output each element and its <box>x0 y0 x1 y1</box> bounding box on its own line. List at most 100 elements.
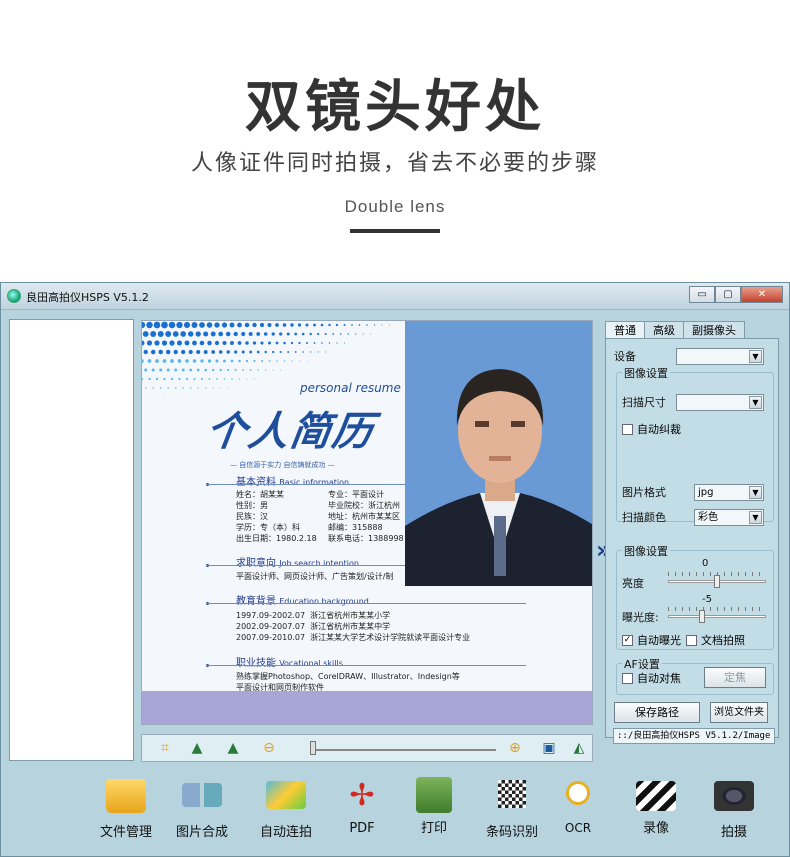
barcode-button[interactable]: 条码识别 <box>477 775 547 843</box>
rotate-right-icon[interactable]: ▲ <box>222 738 244 758</box>
checkbox-box[interactable] <box>686 634 697 646</box>
halftone-dot <box>317 351 319 353</box>
halftone-dot <box>257 369 259 371</box>
checkbox-box[interactable]: ✓ <box>622 634 633 646</box>
halftone-dot <box>282 323 287 327</box>
halftone-dot <box>223 359 226 363</box>
halftone-dot <box>246 378 248 380</box>
basic-info-title-en: Basic information <box>279 478 350 487</box>
brightness-thumb[interactable] <box>714 575 720 588</box>
camera-preview[interactable]: personal resume 个人简历 — 自信源于实力 自信铸就成功 — 基… <box>141 320 593 725</box>
format-select[interactable]: jpg ▼ <box>694 484 764 501</box>
zoom-slider-thumb[interactable] <box>310 741 316 755</box>
halftone-dot <box>207 359 212 363</box>
exposure-track[interactable] <box>668 615 766 618</box>
pdf-button[interactable]: ✢ PDF <box>327 775 397 843</box>
checkbox-box[interactable] <box>622 423 633 435</box>
halftone-dot <box>218 350 223 354</box>
education-title: 教育背景 Education background <box>236 592 369 607</box>
halftone-dot <box>241 331 246 337</box>
focus-button[interactable]: 定焦 <box>704 667 766 688</box>
checkbox-box[interactable] <box>622 672 633 684</box>
halftone-dot <box>157 331 164 337</box>
zoom-out-icon[interactable]: ⊖ <box>258 738 280 758</box>
rotate-left-icon[interactable]: ▲ <box>186 738 208 758</box>
halftone-dot <box>242 369 245 371</box>
tab-secondary-camera[interactable]: 副摄像头 <box>683 321 745 339</box>
pdf-label: PDF <box>349 821 375 836</box>
halftone-dot <box>181 368 185 372</box>
halftone-dot <box>252 341 257 345</box>
fit-screen-icon[interactable]: ▣ <box>538 738 560 758</box>
halftone-dot <box>201 378 203 380</box>
halftone-dot <box>343 323 346 327</box>
halftone-dot <box>238 378 241 380</box>
halftone-dot <box>152 387 154 389</box>
tab-advanced[interactable]: 高级 <box>644 321 684 339</box>
auto-exposure-checkbox[interactable]: ✓ 自动曝光 <box>622 632 681 648</box>
print-button[interactable]: 打印 <box>399 775 469 843</box>
halftone-dot <box>169 340 175 346</box>
auto-focus-checkbox[interactable]: 自动对焦 <box>622 670 681 686</box>
halftone-dot <box>142 359 144 363</box>
halftone-dot <box>347 333 349 335</box>
file-manager-button[interactable]: 文件管理 <box>91 775 161 843</box>
capture-button[interactable]: 拍摄 <box>699 775 769 843</box>
halftone-dot <box>252 322 257 328</box>
halftone-dot <box>280 369 282 371</box>
burst-button[interactable]: 自动连拍 <box>251 775 321 843</box>
halftone-dot <box>227 387 229 389</box>
maximize-button[interactable]: ▢ <box>715 286 741 303</box>
halftone-dot <box>182 387 184 389</box>
mirror-icon[interactable]: ◭ <box>568 738 590 758</box>
device-select[interactable]: ▼ <box>676 348 764 365</box>
halftone-dot <box>328 323 331 327</box>
resume-logo: 个人简历 <box>203 409 378 455</box>
barcode-label: 条码识别 <box>485 825 538 840</box>
capture-label: 拍摄 <box>720 825 747 840</box>
hero-divider <box>350 229 440 233</box>
camera-icon <box>714 781 754 811</box>
halftone-dot <box>332 333 335 335</box>
thumbnail-list[interactable] <box>9 319 134 761</box>
basic-info-left: 姓名：胡某某 性别：男 民族：汉 学历：专（本）科 出生日期：1980.2.18 <box>236 490 317 543</box>
zoom-in-icon[interactable]: ⊕ <box>504 738 526 758</box>
halftone-dot <box>320 323 324 327</box>
doc-photo-label: 文档拍照 <box>701 634 745 647</box>
halftone-dot <box>264 350 267 354</box>
crop-icon[interactable]: ⌗ <box>154 738 176 758</box>
doc-photo-checkbox[interactable]: 文档拍照 <box>686 632 745 648</box>
resume-tagline: — 自信源于实力 自信铸就成功 — <box>230 461 335 469</box>
close-button[interactable]: ✕ <box>741 286 783 303</box>
halftone-dot <box>260 341 264 345</box>
browse-folder-button[interactable]: 浏览文件夹 <box>710 702 768 723</box>
halftone-dot <box>237 341 242 345</box>
title-bar: 良田高拍仪HSPS V5.1.2 ▭ ▢ ✕ <box>1 283 789 310</box>
halftone-dot <box>317 332 320 336</box>
auto-deskew-label: 自动纠裁 <box>637 423 681 436</box>
color-select[interactable]: 彩色 ▼ <box>694 509 764 526</box>
save-path-button[interactable]: 保存路径 <box>614 702 700 723</box>
burst-label: 自动连拍 <box>259 825 312 840</box>
record-button[interactable]: 录像 <box>621 775 691 843</box>
halftone-dot <box>144 368 148 372</box>
halftone-dot <box>355 333 357 335</box>
minimize-button[interactable]: ▭ <box>689 286 715 303</box>
halftone-dot <box>197 387 199 389</box>
halftone-dot <box>351 324 353 326</box>
ocr-label: OCR <box>564 821 592 835</box>
tab-normal[interactable]: 普通 <box>605 321 645 339</box>
halftone-dot <box>287 351 290 353</box>
auto-deskew-checkbox[interactable]: 自动纠裁 <box>622 421 681 437</box>
ocr-button[interactable]: OCR <box>543 775 613 843</box>
exposure-thumb[interactable] <box>699 610 706 623</box>
halftone-dot <box>189 368 193 372</box>
scan-size-select[interactable]: ▼ <box>676 394 764 411</box>
zoom-slider-track[interactable] <box>314 749 496 751</box>
hero-english: Double lens <box>344 197 446 216</box>
folder-icon <box>106 779 146 813</box>
ocr-icon <box>564 779 592 807</box>
image-merge-button[interactable]: 图片合成 <box>167 775 237 843</box>
halftone-dot <box>256 350 260 354</box>
halftone-dot <box>164 396 165 398</box>
